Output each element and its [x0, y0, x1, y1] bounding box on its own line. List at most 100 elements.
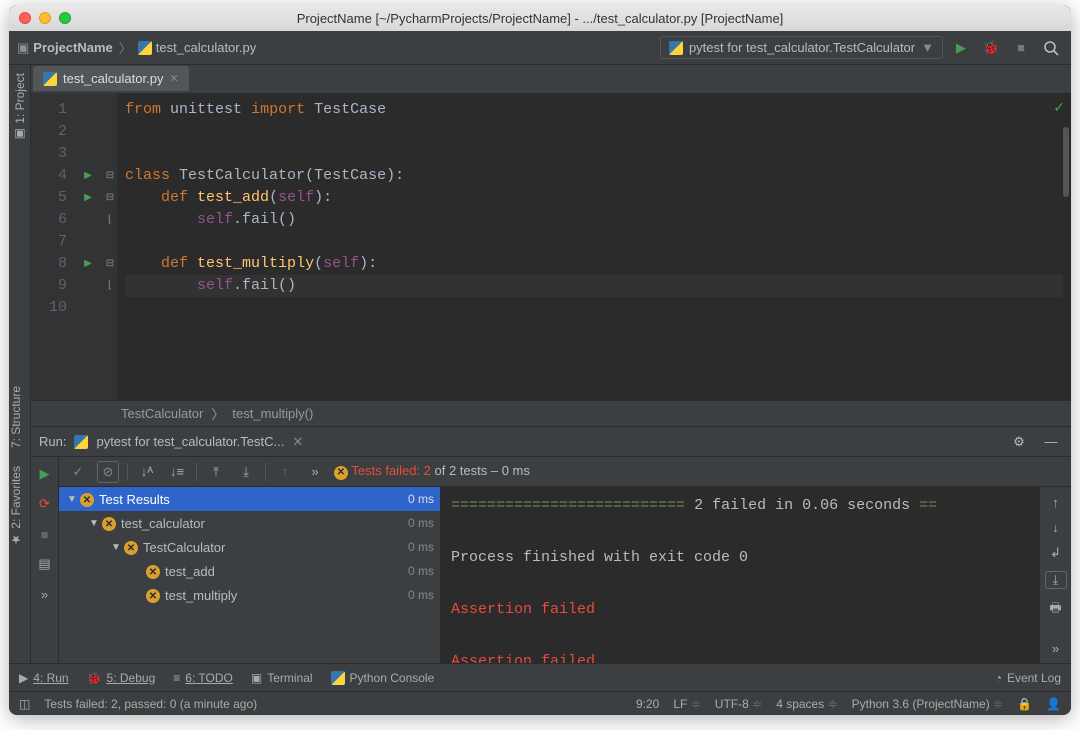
- scroll-up-icon[interactable]: ↑: [1045, 495, 1067, 510]
- terminal-tool-tab[interactable]: ▣Terminal: [251, 671, 313, 685]
- test-failed-icon: ✕: [145, 587, 161, 604]
- scroll-to-end-icon[interactable]: ⤓: [1045, 571, 1067, 589]
- run-panel: Run: pytest for test_calculator.TestC...…: [31, 426, 1071, 663]
- favorites-tool-tab[interactable]: ★ 2: Favorites: [9, 460, 27, 553]
- scroll-down-icon[interactable]: ↓: [1045, 520, 1067, 535]
- soft-wrap-icon[interactable]: ↲: [1045, 545, 1067, 561]
- breadcrumb-project-label: ProjectName: [33, 40, 112, 55]
- fold-end-icon: ⌊: [108, 275, 112, 297]
- test-tree-row[interactable]: ▼✕TestCalculator0 ms: [59, 535, 440, 559]
- assertion-failed-line: Assertion failed: [451, 597, 1029, 623]
- run-tab-label[interactable]: pytest for test_calculator.TestC...: [96, 434, 284, 449]
- breadcrumb-project[interactable]: ▣ ProjectName: [17, 40, 113, 56]
- run-test-multiply-icon[interactable]: ▶: [84, 253, 92, 275]
- editor[interactable]: 12345678910 ▶ ▶ ▶ ⊟ ⊟ ⌊ ⊟ ⌊: [31, 93, 1071, 400]
- lock-icon[interactable]: 🔒: [1017, 697, 1032, 711]
- chevron-right-icon: 〉: [119, 38, 132, 57]
- test-tree-row[interactable]: ✕test_multiply0 ms: [59, 583, 440, 607]
- tool-windows-icon[interactable]: ◫: [19, 697, 30, 711]
- run-tool-tab[interactable]: ▶4: Run: [19, 671, 69, 685]
- debug-button[interactable]: 🐞: [979, 36, 1003, 60]
- sort-duration-button[interactable]: ↓≡: [166, 461, 188, 483]
- settings-icon[interactable]: ⚙: [1007, 430, 1031, 454]
- window-controls[interactable]: [19, 12, 71, 24]
- close-tab-icon[interactable]: ✕: [169, 72, 178, 85]
- expand-arrow-icon[interactable]: ▼: [87, 518, 101, 529]
- fold-icon[interactable]: ⊟: [106, 253, 114, 275]
- expand-arrow-icon[interactable]: ▼: [65, 494, 79, 505]
- sort-alpha-button[interactable]: ↓ᴬ: [136, 461, 158, 483]
- rerun-failed-button[interactable]: ⟳: [34, 493, 56, 515]
- event-log-button[interactable]: ◔Event Log: [995, 671, 1061, 685]
- ide-window: ProjectName [~/PycharmProjects/ProjectNa…: [9, 5, 1071, 715]
- editor-scrollbar[interactable]: [1063, 127, 1069, 197]
- test-node-label: test_add: [165, 564, 215, 579]
- print-icon[interactable]: 🖶: [1045, 599, 1067, 621]
- test-tree-row[interactable]: ✕test_add0 ms: [59, 559, 440, 583]
- show-ignored-button[interactable]: ⊘: [97, 461, 119, 483]
- run-config-selector[interactable]: pytest for test_calculator.TestCalculato…: [660, 36, 943, 59]
- code-breadcrumb-method[interactable]: test_multiply(): [232, 406, 313, 421]
- layout-button[interactable]: ▤: [34, 553, 56, 575]
- breadcrumb: ▣ ProjectName 〉 test_calculator.py: [17, 38, 654, 57]
- folder-icon: ▣: [17, 40, 29, 56]
- stop-tests-button[interactable]: ■: [34, 523, 56, 545]
- project-tool-tab[interactable]: ▣ 1: Project: [11, 67, 29, 148]
- duration-label: 0 ms: [408, 516, 434, 530]
- expand-all-button[interactable]: ⤒: [205, 461, 227, 483]
- main-area: ▣ 1: Project test_calculator.py ✕ 123456…: [9, 65, 1071, 663]
- more-icon[interactable]: »: [1045, 641, 1067, 656]
- run-test-add-icon[interactable]: ▶: [84, 187, 92, 209]
- inspection-ok-icon[interactable]: ✓: [1053, 99, 1065, 116]
- editor-tab-test-calculator[interactable]: test_calculator.py ✕: [33, 66, 189, 93]
- more-button[interactable]: »: [304, 461, 326, 483]
- stop-button[interactable]: ■: [1009, 36, 1033, 60]
- test-console[interactable]: ========================== 2 failed in 0…: [441, 487, 1039, 663]
- run-button[interactable]: ▶: [949, 36, 973, 60]
- python-interpreter[interactable]: Python 3.6 (ProjectName) ≑: [852, 697, 1003, 711]
- pytest-icon: [74, 435, 88, 449]
- run-split: ▼✕Test Results0 ms▼✕test_calculator0 ms▼…: [59, 487, 1071, 663]
- code-breadcrumb: TestCalculator 〉 test_multiply(): [31, 400, 1071, 426]
- maximize-window-icon[interactable]: [59, 12, 71, 24]
- hector-icon[interactable]: 👤: [1046, 697, 1061, 711]
- test-tree[interactable]: ▼✕Test Results0 ms▼✕test_calculator0 ms▼…: [59, 487, 441, 663]
- structure-tool-tab[interactable]: 7: Structure: [9, 380, 27, 454]
- test-node-label: TestCalculator: [143, 540, 225, 555]
- show-passed-button[interactable]: ✓: [67, 461, 89, 483]
- expand-arrow-icon[interactable]: ▼: [109, 542, 123, 553]
- test-tree-row[interactable]: ▼✕Test Results0 ms: [59, 487, 440, 511]
- breadcrumb-file[interactable]: test_calculator.py: [138, 40, 256, 55]
- run-panel-header: Run: pytest for test_calculator.TestC...…: [31, 427, 1071, 457]
- minimize-window-icon[interactable]: [39, 12, 51, 24]
- test-tree-row[interactable]: ▼✕test_calculator0 ms: [59, 511, 440, 535]
- file-encoding[interactable]: UTF-8 ≑: [715, 697, 762, 711]
- rerun-button[interactable]: ▶: [34, 463, 56, 485]
- code-breadcrumb-class[interactable]: TestCalculator: [121, 406, 203, 421]
- close-run-tab-icon[interactable]: ✕: [292, 434, 303, 450]
- test-node-label: test_calculator: [121, 516, 205, 531]
- test-failed-icon: ✕: [123, 539, 139, 556]
- cursor-position[interactable]: 9:20: [636, 697, 659, 711]
- python-console-tool-tab[interactable]: Python Console: [331, 671, 435, 685]
- indent-config[interactable]: 4 spaces ≑: [776, 697, 837, 711]
- project-tab-label: 1: Project: [13, 73, 27, 124]
- line-separator[interactable]: LF ≑: [673, 697, 700, 711]
- fold-icon[interactable]: ⊟: [106, 187, 114, 209]
- editor-tab-label: test_calculator.py: [63, 71, 163, 86]
- test-toolbar: ✓ ⊘ ↓ᴬ ↓≡ ⤒ ⤓ ↑ » ✕: [59, 457, 1071, 487]
- star-icon: ★: [9, 533, 23, 547]
- code-text[interactable]: from unittest import TestCase class Test…: [117, 93, 1071, 400]
- bottom-tool-strip: ▶4: Run 🐞5: Debug ≡6: TODO ▣Terminal Pyt…: [9, 663, 1071, 691]
- debug-tool-tab[interactable]: 🐞5: Debug: [87, 671, 156, 685]
- fold-icon[interactable]: ⊟: [106, 165, 114, 187]
- search-everywhere-button[interactable]: [1039, 36, 1063, 60]
- run-class-icon[interactable]: ▶: [84, 165, 92, 187]
- close-window-icon[interactable]: [19, 12, 31, 24]
- prev-failed-button[interactable]: ↑: [274, 461, 296, 483]
- todo-tool-tab[interactable]: ≡6: TODO: [173, 671, 233, 685]
- collapse-all-button[interactable]: ⤓: [235, 461, 257, 483]
- python-file-icon: [138, 41, 152, 55]
- minimize-panel-icon[interactable]: —: [1039, 430, 1063, 454]
- pin-button[interactable]: »: [34, 583, 56, 605]
